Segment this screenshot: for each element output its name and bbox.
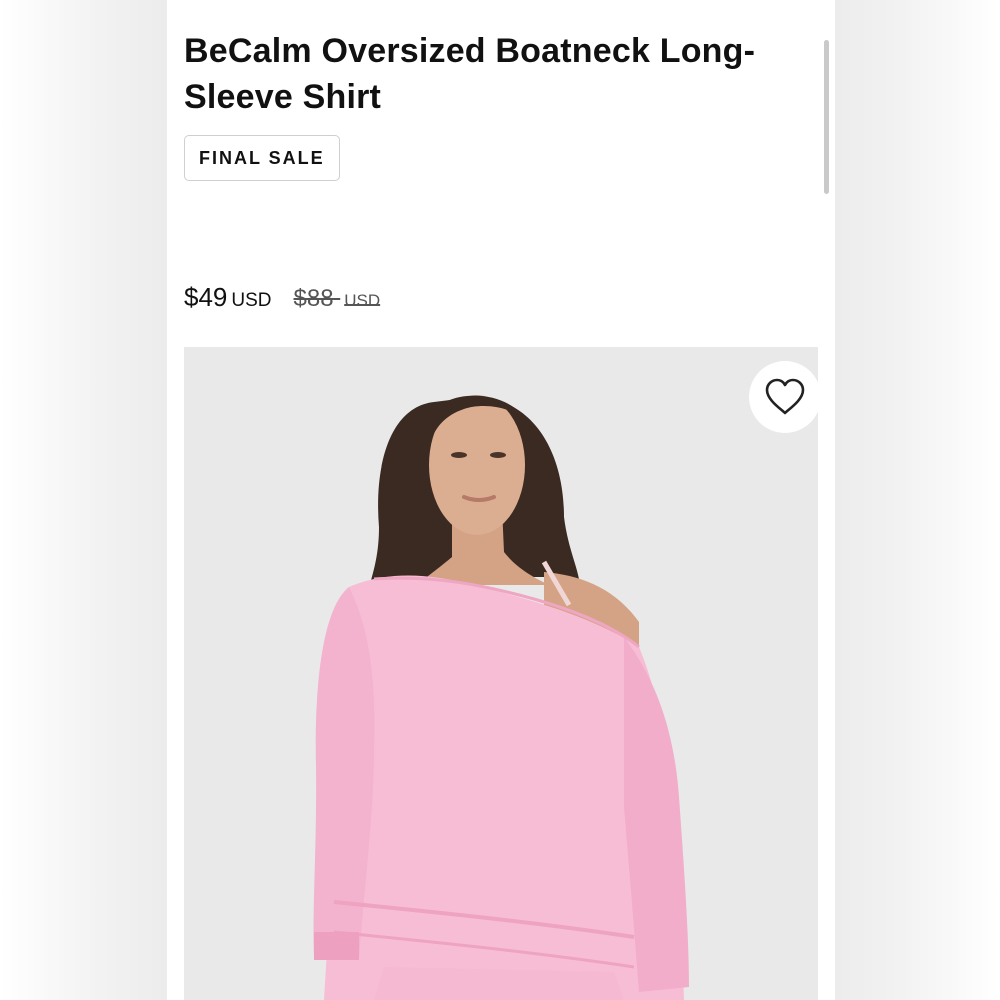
background-blur-left bbox=[0, 0, 167, 1000]
original-price-currency: USD bbox=[344, 291, 381, 310]
final-sale-badge: FINAL SALE bbox=[184, 135, 340, 181]
favorite-button[interactable] bbox=[749, 361, 818, 433]
price-row: $49 USD $88 USD bbox=[184, 282, 380, 313]
model-photo bbox=[184, 347, 818, 1000]
product-title: BeCalm Oversized Boatneck Long-Sleeve Sh… bbox=[184, 32, 756, 116]
original-price: $88 USD bbox=[294, 285, 381, 313]
product-image[interactable] bbox=[184, 347, 818, 1000]
product-page-panel: BeCalm Oversized Boatneck Long-Sleeve Sh… bbox=[167, 0, 835, 1000]
heart-outline-icon bbox=[765, 378, 805, 415]
original-price-amount: $88 bbox=[293, 285, 334, 312]
sale-price-currency: USD bbox=[231, 290, 272, 311]
scrollbar[interactable] bbox=[824, 40, 829, 194]
sale-price: $49 bbox=[184, 282, 228, 312]
background-blur-right bbox=[835, 0, 1000, 1000]
